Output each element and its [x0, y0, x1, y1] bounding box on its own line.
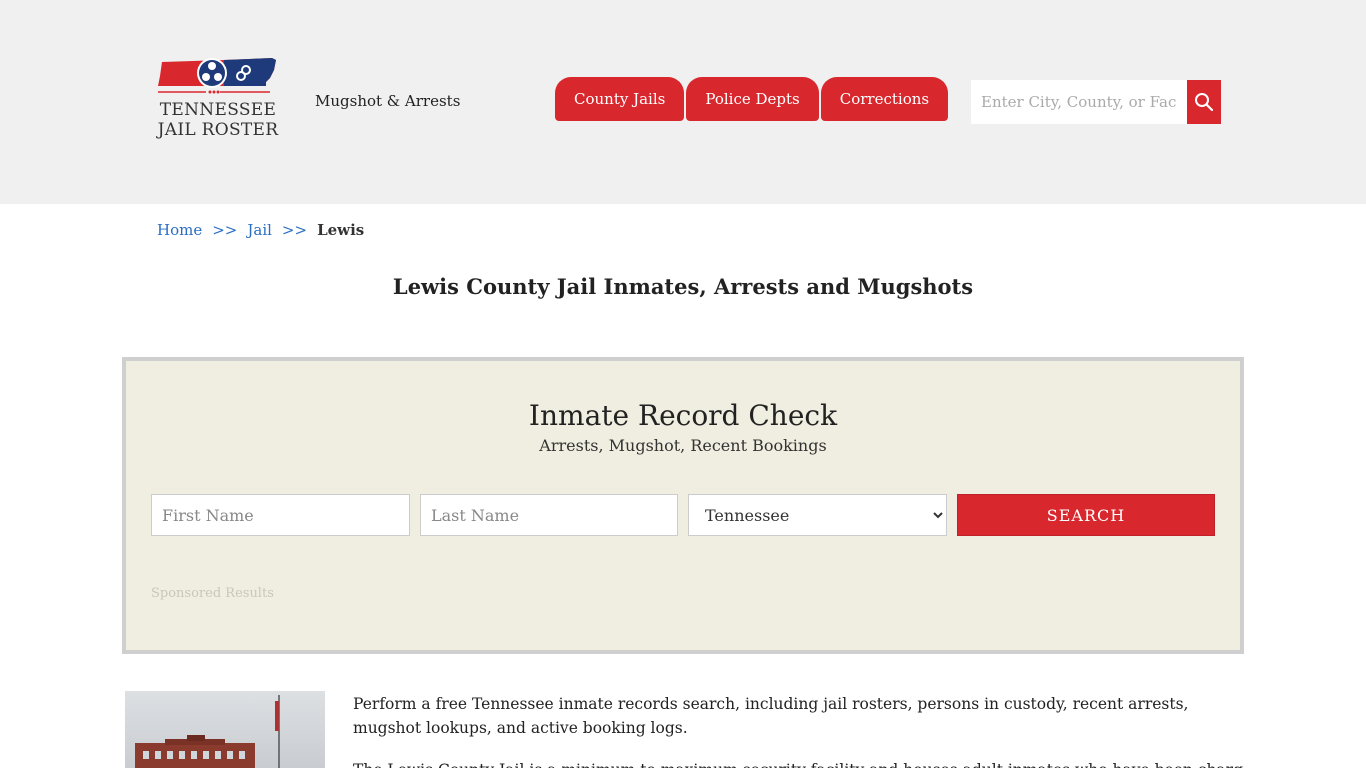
search-button[interactable]: SEARCH [957, 494, 1215, 536]
intro-paragraph: Perform a free Tennessee inmate records … [353, 695, 1189, 737]
breadcrumb-home[interactable]: Home [157, 221, 202, 239]
main-nav: County Jails Police Depts Corrections [555, 77, 950, 121]
site-header: TENNESSEE JAIL ROSTER Mugshot & Arrests … [0, 0, 1366, 204]
panel-title: Inmate Record Check [528, 399, 838, 432]
state-select[interactable]: Tennessee [688, 494, 947, 536]
last-name-input[interactable] [420, 494, 678, 536]
facility-description: The Lewis County Jail is a minimum to ma… [353, 758, 1243, 768]
page-title: Lewis County Jail Inmates, Arrests and M… [392, 274, 974, 299]
header-search-button[interactable] [1187, 80, 1221, 124]
breadcrumb-jail[interactable]: Jail [247, 221, 272, 239]
breadcrumb: Home >> Jail >> Lewis [157, 221, 364, 239]
header-search [971, 80, 1221, 124]
breadcrumb-separator: >> [212, 221, 238, 239]
logo-text: TENNESSEE JAIL ROSTER [154, 100, 282, 140]
breadcrumb-separator: >> [281, 221, 308, 239]
nav-county-jails[interactable]: County Jails [555, 77, 685, 121]
jail-building-photo [125, 691, 325, 768]
search-icon [1195, 93, 1214, 112]
nav-police-depts[interactable]: Police Depts [686, 77, 819, 121]
inmate-record-check-panel: Inmate Record Check Arrests, Mugshot, Re… [122, 357, 1244, 654]
logo-line1: TENNESSEE [159, 100, 277, 120]
header-search-input[interactable] [971, 80, 1187, 124]
site-tagline: Mugshot & Arrests [315, 92, 461, 110]
tennessee-flag-icon [158, 58, 276, 94]
sponsored-results-label: Sponsored Results [151, 586, 274, 601]
site-logo[interactable]: TENNESSEE JAIL ROSTER [154, 56, 282, 146]
nav-corrections[interactable]: Corrections [820, 77, 949, 121]
logo-line2: JAIL ROSTER [157, 120, 279, 140]
panel-subtitle: Arrests, Mugshot, Recent Bookings [539, 436, 827, 455]
breadcrumb-current: Lewis [317, 221, 365, 239]
first-name-input[interactable] [151, 494, 410, 536]
